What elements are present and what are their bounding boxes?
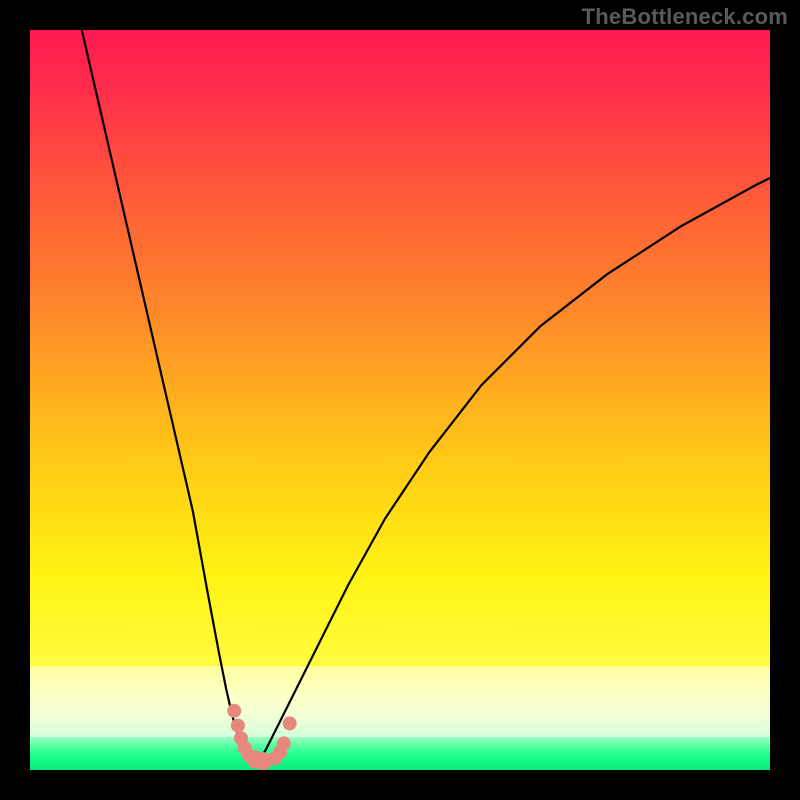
scatter-dot [231, 719, 245, 733]
plot-area [30, 30, 770, 770]
scatter-dots [227, 704, 297, 770]
scatter-dot [277, 736, 291, 750]
scatter-dot [227, 704, 241, 718]
scatter-dot [283, 716, 297, 730]
curve-right [256, 178, 770, 766]
watermark-text: TheBottleneck.com [582, 4, 788, 30]
overlay-svg [30, 30, 770, 770]
curve-left [82, 30, 256, 766]
chart-frame: TheBottleneck.com [0, 0, 800, 800]
